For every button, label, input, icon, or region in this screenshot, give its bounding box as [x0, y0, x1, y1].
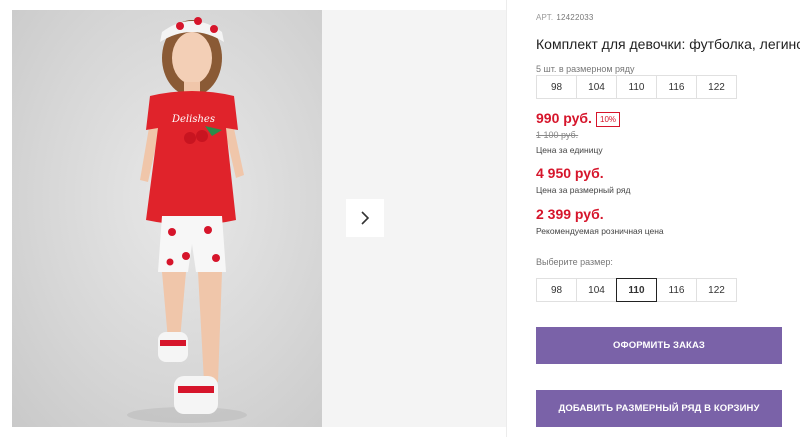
choose-size-label: Выберите размер: — [536, 257, 613, 267]
size-option-98[interactable]: 98 — [536, 278, 577, 302]
gallery-next-button[interactable] — [346, 199, 384, 237]
svg-text:Delishes: Delishes — [171, 114, 215, 125]
article-number: АРТ. 12422033 — [536, 13, 594, 22]
size-selector: 98 104 110 116 122 — [536, 278, 737, 302]
product-image[interactable]: Delishes — [12, 10, 322, 427]
pack-size-98: 98 — [536, 75, 577, 99]
add-pack-to-cart-button[interactable]: ДОБАВИТЬ РАЗМЕРНЫЙ РЯД В КОРЗИНУ — [536, 390, 782, 427]
old-price: 1 100 руб. — [536, 130, 579, 140]
retail-price-note: Рекомендуемая розничная цена — [536, 226, 664, 236]
discount-badge: 10% — [596, 112, 621, 127]
unit-price: 990 руб. — [536, 110, 592, 126]
order-button[interactable]: ОФОРМИТЬ ЗАКАЗ — [536, 327, 782, 364]
unit-price-note: Цена за единицу — [536, 145, 603, 155]
article-label: АРТ. — [536, 13, 554, 22]
pack-size-label: 5 шт. в размерном ряду — [536, 64, 635, 74]
pack-size-104: 104 — [576, 75, 617, 99]
pack-price: 4 950 руб. — [536, 165, 604, 181]
pack-price-note: Цена за размерный ряд — [536, 185, 631, 195]
pack-size-110: 110 — [616, 75, 657, 99]
column-divider — [506, 0, 507, 437]
size-option-104[interactable]: 104 — [576, 278, 617, 302]
pack-size-116: 116 — [656, 75, 697, 99]
pack-size-122: 122 — [696, 75, 737, 99]
size-option-122[interactable]: 122 — [696, 278, 737, 302]
size-option-110[interactable]: 110 — [616, 278, 657, 302]
size-option-116[interactable]: 116 — [656, 278, 697, 302]
retail-price: 2 399 руб. — [536, 206, 604, 222]
product-title: Комплект для девочки: футболка, легинсы — [536, 36, 800, 52]
article-value: 12422033 — [556, 13, 594, 22]
chevron-right-icon — [361, 211, 370, 225]
product-photo: Delishes — [127, 17, 247, 423]
pack-size-row: 98 104 110 116 122 — [536, 75, 737, 99]
